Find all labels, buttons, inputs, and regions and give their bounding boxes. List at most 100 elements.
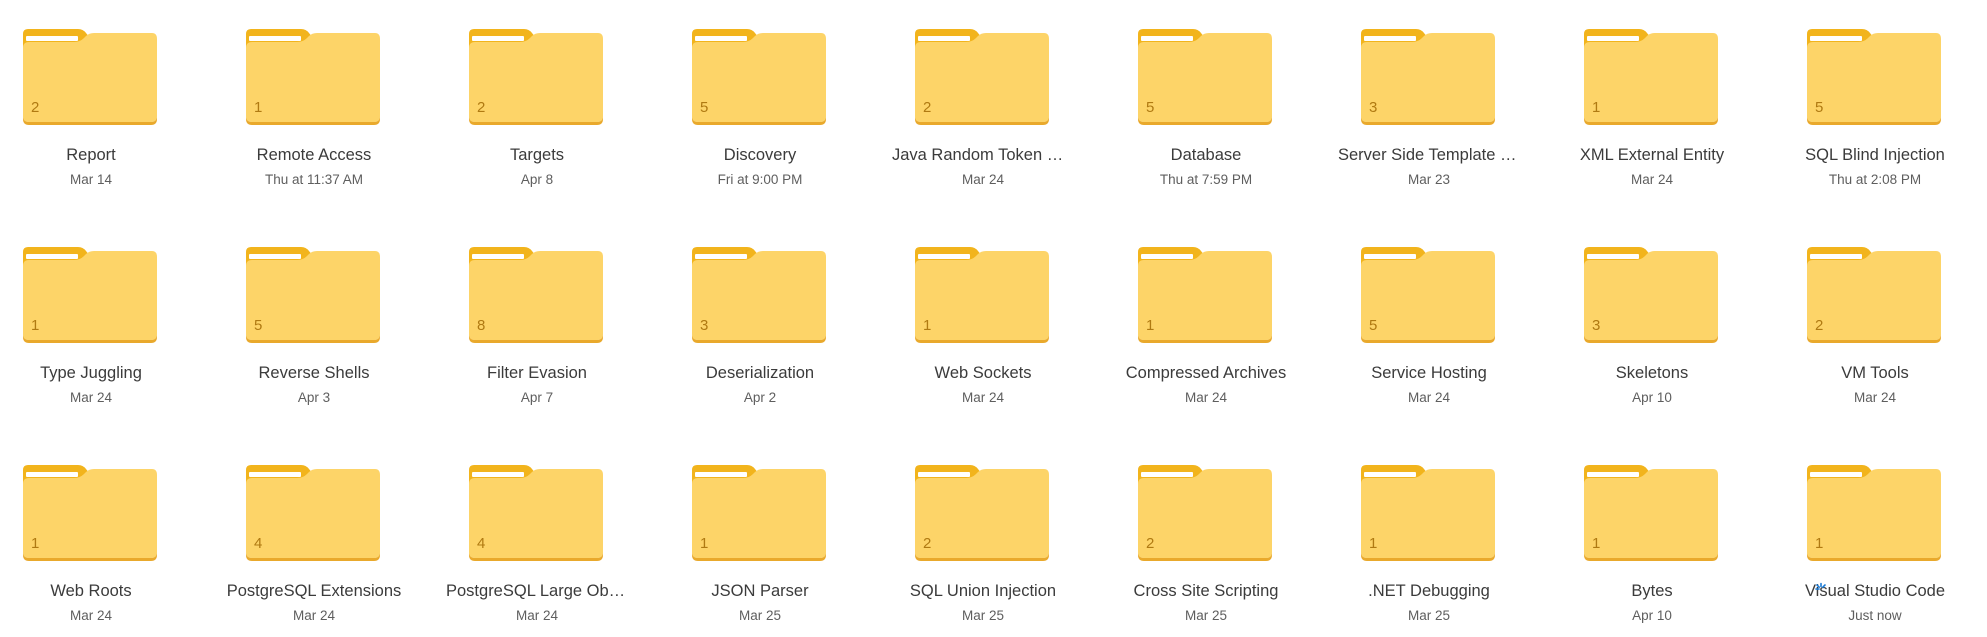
- folder-date: Mar 24: [69, 608, 113, 623]
- folder-item-count: 3: [700, 317, 709, 334]
- folder-item-count: 1: [700, 535, 709, 552]
- folder-icon: 3: [1581, 244, 1721, 344]
- folder-date: Apr 8: [520, 172, 554, 187]
- folder-date: Mar 24: [1184, 390, 1228, 405]
- folder-date: Apr 10: [1632, 608, 1672, 623]
- folder-icon: 1: [1581, 462, 1721, 562]
- folder-icon: 1: [20, 462, 160, 562]
- folder-tile[interactable]: 1 Remote Access Thu at 11:37 AM: [223, 0, 433, 200]
- folder-item-count: 4: [477, 535, 486, 552]
- folder-name: Java Random Token Ge...: [892, 146, 1074, 164]
- folder-item-count: 5: [254, 317, 263, 334]
- folder-tile[interactable]: 8 Filter Evasion Apr 7: [446, 218, 656, 418]
- folder-name: Web Roots: [50, 582, 132, 600]
- folder-icon: 8: [466, 244, 606, 344]
- folder-name: VM Tools: [1841, 364, 1909, 382]
- folder-date: Apr 7: [520, 390, 554, 405]
- folder-tile[interactable]: 1 Web Roots Mar 24: [0, 436, 210, 636]
- folder-icon: 2: [1804, 244, 1944, 344]
- folder-tile[interactable]: 1 Type Juggling Mar 24: [0, 218, 210, 418]
- folder-name: JSON Parser: [711, 582, 809, 600]
- folder-icon: 1: [1581, 26, 1721, 126]
- folder-date: Thu at 11:37 AM: [264, 172, 364, 187]
- folder-name: Filter Evasion: [487, 364, 587, 382]
- folder-item-count: 2: [1146, 535, 1155, 552]
- folder-tile[interactable]: 2 SQL Union Injection Mar 25: [892, 436, 1102, 636]
- folder-tile[interactable]: 1 XML External Entity Mar 24: [1561, 0, 1771, 200]
- folder-icon: 5: [689, 26, 829, 126]
- folder-name: Discovery: [723, 146, 797, 164]
- folder-grid: 2 Report Mar 14 1 Remote Access Thu at 11:37 …: [0, 0, 1987, 637]
- folder-date: Mar 24: [961, 172, 1005, 187]
- folder-item-count: 1: [1592, 535, 1601, 552]
- folder-icon: 1: [20, 244, 160, 344]
- folder-item-count: 1: [31, 535, 40, 552]
- folder-name: Database: [1170, 146, 1242, 164]
- folder-tile[interactable]: 1 Web Sockets Mar 24: [892, 218, 1102, 418]
- folder-date: Mar 25: [961, 608, 1005, 623]
- folder-item-count: 1: [254, 99, 263, 116]
- folder-date: Mar 25: [1184, 608, 1228, 623]
- folder-tile[interactable]: 3 Server Side Template Inj... Mar 23: [1338, 0, 1548, 200]
- folder-icon: 5: [1135, 26, 1275, 126]
- folder-item-count: 5: [700, 99, 709, 116]
- folder-icon: 1: [912, 244, 1052, 344]
- folder-icon: 1: [1135, 244, 1275, 344]
- syncing-icon: [1814, 582, 1828, 596]
- folder-tile[interactable]: 1 Visual Studio Code Just now: [1784, 436, 1987, 636]
- folder-tile[interactable]: 1 Compressed Archives Mar 24: [1115, 218, 1325, 418]
- folder-tile[interactable]: 3 Skeletons Apr 10: [1561, 218, 1771, 418]
- folder-item-count: 2: [923, 99, 932, 116]
- folder-tile[interactable]: 1 Bytes Apr 10: [1561, 436, 1771, 636]
- folder-tile[interactable]: 4 PostgreSQL Large Objects Mar 24: [446, 436, 656, 636]
- folder-name: Service Hosting: [1371, 364, 1487, 382]
- folder-date: Mar 24: [1630, 172, 1674, 187]
- folder-icon: 5: [1804, 26, 1944, 126]
- folder-name: Compressed Archives: [1125, 364, 1287, 382]
- folder-icon: 3: [689, 244, 829, 344]
- folder-tile[interactable]: 1 .NET Debugging Mar 25: [1338, 436, 1548, 636]
- folder-date: Fri at 9:00 PM: [717, 172, 803, 187]
- folder-date: Apr 3: [297, 390, 331, 405]
- folder-icon: 2: [20, 26, 160, 126]
- folder-name: Web Sockets: [934, 364, 1032, 382]
- folder-item-count: 1: [1146, 317, 1155, 334]
- folder-item-count: 2: [923, 535, 932, 552]
- folder-tile[interactable]: 2 Cross Site Scripting Mar 25: [1115, 436, 1325, 636]
- folder-tile[interactable]: 2 Report Mar 14: [0, 0, 210, 200]
- folder-item-count: 8: [477, 317, 486, 334]
- folder-item-count: 1: [923, 317, 932, 334]
- folder-item-count: 5: [1146, 99, 1155, 116]
- folder-icon: 1: [689, 462, 829, 562]
- folder-tile[interactable]: 1 JSON Parser Mar 25: [669, 436, 879, 636]
- folder-tile[interactable]: 2 Java Random Token Ge... Mar 24: [892, 0, 1102, 200]
- folder-date: Mar 24: [292, 608, 336, 623]
- folder-tile[interactable]: 5 SQL Blind Injection Thu at 2:08 PM: [1784, 0, 1987, 200]
- folder-tile[interactable]: 3 Deserialization Apr 2: [669, 218, 879, 418]
- folder-tile[interactable]: 2 Targets Apr 8: [446, 0, 656, 200]
- folder-tile[interactable]: 5 Reverse Shells Apr 3: [223, 218, 433, 418]
- folder-name: SQL Union Injection: [909, 582, 1057, 600]
- folder-tile[interactable]: 5 Discovery Fri at 9:00 PM: [669, 0, 879, 200]
- folder-item-count: 4: [254, 535, 263, 552]
- folder-name: Deserialization: [705, 364, 815, 382]
- folder-item-count: 3: [1369, 99, 1378, 116]
- folder-tile[interactable]: 5 Service Hosting Mar 24: [1338, 218, 1548, 418]
- folder-date: Mar 25: [1407, 608, 1451, 623]
- folder-name: Reverse Shells: [258, 364, 370, 382]
- folder-name: PostgreSQL Extensions: [226, 582, 402, 600]
- folder-item-count: 1: [31, 317, 40, 334]
- folder-name: .NET Debugging: [1368, 582, 1490, 600]
- folder-item-count: 2: [477, 99, 486, 116]
- folder-icon: 4: [466, 462, 606, 562]
- folder-tile[interactable]: 2 VM Tools Mar 24: [1784, 218, 1987, 418]
- folder-name: PostgreSQL Large Objects: [446, 582, 628, 600]
- folder-icon: 2: [466, 26, 606, 126]
- folder-icon: 5: [1358, 244, 1498, 344]
- folder-tile[interactable]: 4 PostgreSQL Extensions Mar 24: [223, 436, 433, 636]
- folder-item-count: 1: [1592, 99, 1601, 116]
- folder-tile[interactable]: 5 Database Thu at 7:59 PM: [1115, 0, 1325, 200]
- folder-name: Visual Studio Code: [1804, 582, 1946, 600]
- folder-icon: 1: [243, 26, 383, 126]
- folder-item-count: 1: [1369, 535, 1378, 552]
